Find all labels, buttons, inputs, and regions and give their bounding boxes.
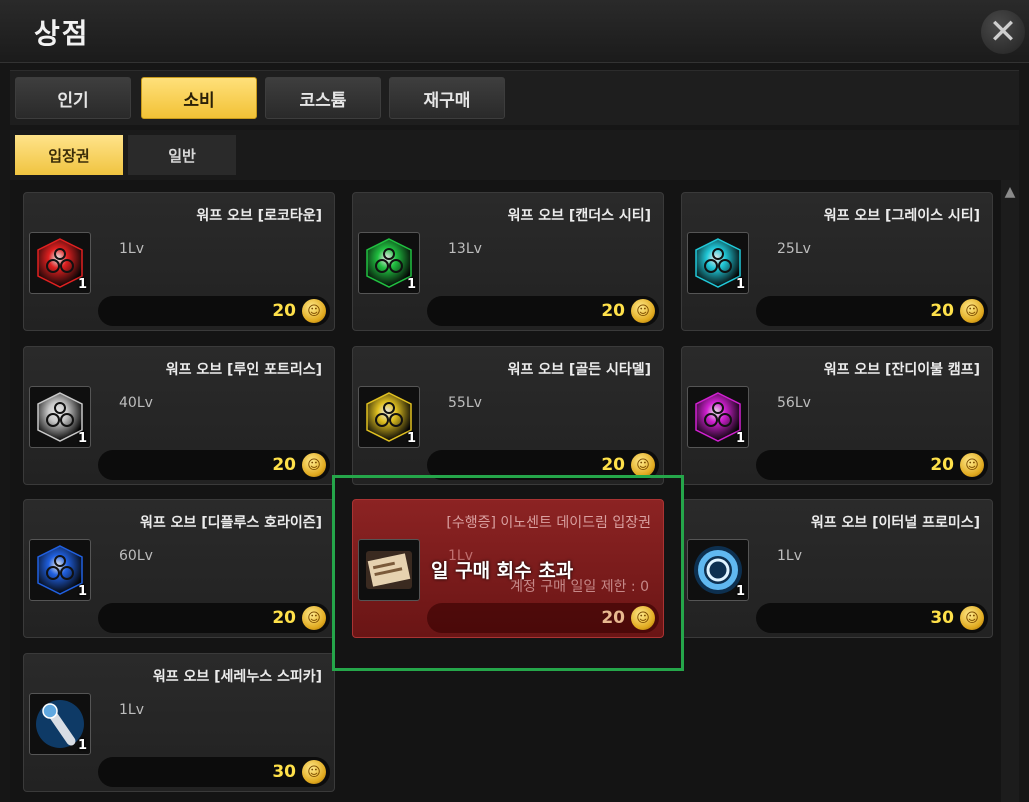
item-name: 워프 오브 [골든 시타델] — [507, 362, 651, 378]
item-level: 1Lv — [119, 241, 144, 257]
item-icon-slot: 1 — [358, 232, 420, 294]
item-icon-slot: 1 — [687, 386, 749, 448]
item-name: 워프 오브 [루인 포트리스] — [165, 362, 322, 378]
coin-icon: ☺ — [302, 606, 326, 630]
item-price: 30 — [930, 608, 954, 628]
item-quantity: 1 — [77, 277, 87, 292]
item-name: [수행증] 이노센트 데이드림 입장권 — [446, 515, 651, 531]
item-quantity: 1 — [735, 584, 745, 599]
item-price: 20 — [601, 301, 625, 321]
item-name: 워프 오브 [이터널 프로미스] — [810, 515, 980, 531]
tab-costume[interactable]: 코스튬 — [265, 77, 381, 119]
item-level: 56Lv — [777, 395, 811, 411]
item-level: 25Lv — [777, 241, 811, 257]
item-quantity: 1 — [406, 277, 416, 292]
scrollbar[interactable]: ▲ — [1001, 180, 1019, 802]
close-button[interactable]: ✕ — [981, 10, 1025, 54]
price-bar: 20 ☺ — [98, 603, 330, 633]
item-icon-slot: 1 — [687, 232, 749, 294]
shop-item-card[interactable]: 워프 오브 [디플루스 호라이즌] 1 60Lv 20 ☺ — [23, 499, 335, 638]
shop-item-card-disabled[interactable]: [수행증] 이노센트 데이드림 입장권 1Lv 계정 구매 일일 제한 : 0 … — [352, 499, 664, 638]
coin-icon: ☺ — [631, 606, 655, 630]
item-level: 1Lv — [119, 702, 144, 718]
shop-item-card[interactable]: 워프 오브 [세레누스 스피카] 1 1Lv 30 ☺ — [23, 653, 335, 792]
shop-item-card[interactable]: 워프 오브 [캔더스 시티] 1 13Lv 20 ☺ — [352, 192, 664, 331]
shop-item-card[interactable]: 워프 오브 [잔디이불 캠프] 1 56Lv 20 ☺ — [681, 346, 993, 485]
coin-icon: ☺ — [302, 760, 326, 784]
price-bar: 20 ☺ — [427, 450, 659, 480]
item-icon-slot: 1 — [29, 539, 91, 601]
item-quantity: 1 — [406, 431, 416, 446]
item-level: 55Lv — [448, 395, 482, 411]
item-price: 20 — [272, 455, 296, 475]
coin-icon: ☺ — [302, 453, 326, 477]
price-bar: 20 ☺ — [756, 450, 988, 480]
coin-icon: ☺ — [631, 453, 655, 477]
shop-item-card[interactable]: 워프 오브 [골든 시타델] 1 55Lv 20 ☺ — [352, 346, 664, 485]
shop-item-card[interactable]: 워프 오브 [로코타운] 1 1Lv 20 ☺ — [23, 192, 335, 331]
coin-icon: ☺ — [631, 299, 655, 323]
title-bar: 상점 ✕ — [0, 0, 1029, 63]
item-level: 60Lv — [119, 548, 153, 564]
item-quantity: 1 — [735, 277, 745, 292]
item-quantity: 1 — [77, 584, 87, 599]
tab-rebuy[interactable]: 재구매 — [389, 77, 505, 119]
item-icon-slot — [358, 539, 420, 601]
item-price: 20 — [930, 455, 954, 475]
item-name: 워프 오브 [디플루스 호라이즌] — [140, 515, 322, 531]
item-level: 13Lv — [448, 241, 482, 257]
subtab-general[interactable]: 일반 — [128, 135, 236, 175]
tab-popular[interactable]: 인기 — [15, 77, 131, 119]
item-price: 20 — [272, 608, 296, 628]
item-price: 20 — [930, 301, 954, 321]
item-quantity: 1 — [77, 431, 87, 446]
item-name: 워프 오브 [캔더스 시티] — [507, 208, 651, 224]
item-price: 20 — [601, 608, 625, 628]
price-bar: 20 ☺ — [427, 603, 659, 633]
item-quantity: 1 — [77, 738, 87, 753]
item-price: 20 — [272, 301, 296, 321]
window-title: 상점 — [34, 17, 90, 50]
shop-item-card[interactable]: 워프 오브 [루인 포트리스] 1 40Lv 20 ☺ — [23, 346, 335, 485]
price-bar: 20 ☺ — [427, 296, 659, 326]
shop-item-card[interactable]: 워프 오브 [그레이스 시티] 1 25Lv 20 ☺ — [681, 192, 993, 331]
price-bar: 30 ☺ — [98, 757, 330, 787]
item-icon-slot: 1 — [687, 539, 749, 601]
shop-item-card[interactable]: 워프 오브 [이터널 프로미스] 1 1Lv 30 ☺ — [681, 499, 993, 638]
price-bar: 30 ☺ — [756, 603, 988, 633]
item-icon-slot: 1 — [29, 386, 91, 448]
price-bar: 20 ☺ — [98, 450, 330, 480]
price-bar: 20 ☺ — [756, 296, 988, 326]
subtab-tickets[interactable]: 입장권 — [15, 135, 123, 175]
tab-consumable[interactable]: 소비 — [141, 77, 257, 119]
coin-icon: ☺ — [302, 299, 326, 323]
coin-icon: ☺ — [960, 299, 984, 323]
coin-icon: ☺ — [960, 606, 984, 630]
item-grid: 워프 오브 [로코타운] 1 1Lv 20 ☺ 워프 오브 [캔더스 시티] 1… — [10, 180, 1019, 802]
price-bar: 20 ☺ — [98, 296, 330, 326]
item-name: 워프 오브 [잔디이불 캠프] — [823, 362, 980, 378]
category-tabs: 인기 소비 코스튬 재구매 — [10, 70, 1019, 125]
item-level: 1Lv — [777, 548, 802, 564]
item-icon-slot: 1 — [29, 693, 91, 755]
item-name: 워프 오브 [세레누스 스피카] — [152, 669, 322, 685]
item-quantity: 1 — [735, 431, 745, 446]
item-icon-slot: 1 — [358, 386, 420, 448]
item-price: 30 — [272, 762, 296, 782]
shop-window: 상점 ✕ 인기 소비 코스튬 재구매 입장권 일반 워프 오브 [로코타운] 1… — [0, 0, 1029, 802]
item-icon-slot: 1 — [29, 232, 91, 294]
purchase-exceeded-label: 일 구매 회수 초과 — [431, 560, 574, 582]
item-level: 40Lv — [119, 395, 153, 411]
scroll-up-icon[interactable]: ▲ — [1001, 182, 1019, 202]
sub-tabs: 입장권 일반 — [10, 130, 1019, 180]
coin-icon: ☺ — [960, 453, 984, 477]
item-name: 워프 오브 [그레이스 시티] — [823, 208, 980, 224]
item-name: 워프 오브 [로코타운] — [196, 208, 322, 224]
item-price: 20 — [601, 455, 625, 475]
